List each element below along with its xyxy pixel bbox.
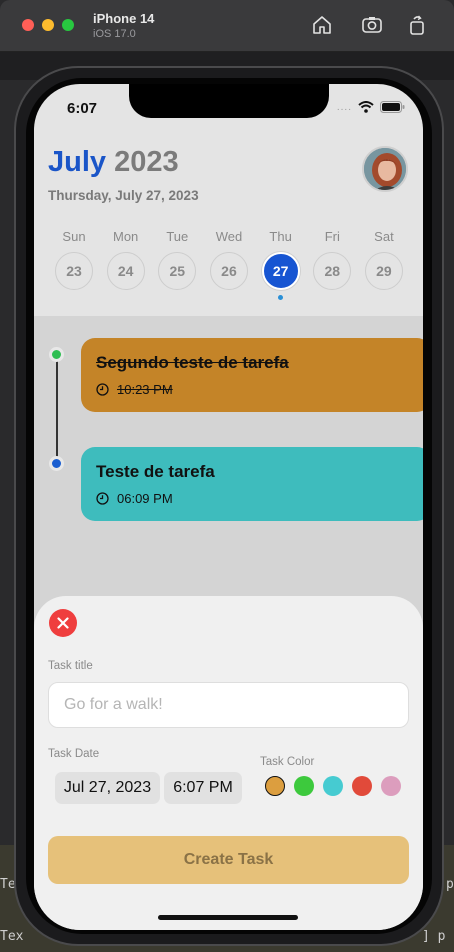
day-number[interactable]: 23	[55, 252, 93, 290]
simulator-window: iPhone 14 iOS 17.0 Te Tex p ] p 6:07 ...…	[0, 0, 454, 952]
day-sat[interactable]: Sat 29	[364, 229, 404, 300]
new-task-sheet: Task title Task Date Jul 27, 2023 6:07 P…	[34, 596, 423, 930]
home-icon[interactable]	[311, 14, 333, 36]
date-picker[interactable]: Jul 27, 2023	[55, 772, 160, 804]
task-time: 06:09 PM	[96, 491, 416, 506]
year-label: 2023	[114, 146, 179, 178]
day-wed[interactable]: Wed 26	[209, 229, 249, 300]
close-icon	[57, 617, 69, 629]
task-card[interactable]: Segundo teste de tarefa 10:23 PM	[81, 338, 423, 412]
day-number[interactable]: 27	[261, 252, 300, 290]
screenshot-icon[interactable]	[361, 14, 383, 36]
task-time-label: 06:09 PM	[117, 491, 173, 506]
device-name: iPhone 14	[93, 11, 155, 26]
day-name: Thu	[269, 229, 292, 244]
task-time-label: 10:23 PM	[117, 382, 173, 397]
task-time: 10:23 PM	[96, 382, 416, 397]
task-status-dot	[49, 347, 64, 362]
app-screen: 6:07 .... July 2023 Thursday, July 27, 2…	[34, 84, 423, 930]
code-text: p	[446, 877, 454, 892]
code-text: ] p	[422, 929, 446, 944]
task-status-dot	[49, 456, 64, 471]
create-task-button[interactable]: Create Task	[48, 836, 409, 884]
color-swatch[interactable]	[381, 776, 401, 796]
signal-icon: ....	[336, 101, 352, 113]
task-color-label: Task Color	[260, 756, 315, 768]
os-version: iOS 17.0	[93, 28, 136, 40]
day-sun[interactable]: Sun 23	[54, 229, 94, 300]
month-label: July	[48, 146, 107, 178]
day-tue[interactable]: Tue 25	[157, 229, 197, 300]
wifi-icon	[358, 101, 374, 113]
day-number[interactable]: 26	[209, 252, 248, 290]
avatar[interactable]	[362, 146, 408, 192]
day-name: Sat	[374, 229, 394, 244]
task-title-label: Task title	[48, 660, 93, 672]
status-time: 6:07	[67, 100, 98, 117]
color-swatch[interactable]	[352, 776, 372, 796]
color-swatch[interactable]	[294, 776, 314, 796]
day-name: Mon	[113, 229, 139, 244]
day-name: Sun	[62, 229, 86, 244]
task-date-label: Task Date	[48, 748, 100, 760]
color-picker	[265, 776, 401, 796]
simulator-toolbar: iPhone 14 iOS 17.0	[0, 0, 454, 52]
dynamic-notch	[129, 84, 329, 118]
selected-day-indicator	[278, 295, 284, 300]
day-number[interactable]: 24	[106, 252, 145, 290]
month-year-title: July 2023	[48, 146, 179, 179]
color-swatch[interactable]	[265, 776, 285, 796]
timeline-connector	[56, 354, 58, 464]
day-name: Wed	[215, 229, 243, 244]
battery-icon	[380, 101, 405, 113]
zoom-window-button[interactable]	[62, 19, 74, 31]
task-card[interactable]: Teste de tarefa 06:09 PM	[81, 447, 423, 521]
code-text: Tex	[0, 929, 24, 944]
close-window-button[interactable]	[22, 19, 34, 31]
minimize-window-button[interactable]	[42, 19, 54, 31]
color-swatch[interactable]	[323, 776, 343, 796]
day-name: Fri	[324, 229, 340, 244]
clock-icon	[96, 492, 109, 505]
close-sheet-button[interactable]	[49, 609, 77, 637]
day-fri[interactable]: Fri 28	[312, 229, 352, 300]
day-name: Tue	[166, 229, 189, 244]
day-number[interactable]: 29	[364, 252, 403, 290]
home-indicator	[158, 915, 298, 920]
week-strip: Sun 23 Mon 24 Tue 25 Wed 26 Thu 27 Fri 28 Sat 29	[54, 229, 404, 300]
rotate-icon[interactable]	[406, 14, 428, 36]
full-date: Thursday, July 27, 2023	[48, 188, 199, 203]
time-picker[interactable]: 6:07 PM	[164, 772, 242, 804]
day-mon[interactable]: Mon 24	[106, 229, 146, 300]
profile-photo	[364, 148, 406, 190]
task-title: Segundo teste de tarefa	[96, 353, 289, 372]
task-title: Teste de tarefa	[96, 462, 215, 481]
task-timeline: Segundo teste de tarefa 10:23 PM Teste d…	[34, 316, 423, 636]
day-number[interactable]: 25	[158, 252, 197, 290]
task-title-input[interactable]	[48, 682, 409, 728]
status-icons: ....	[337, 101, 405, 113]
clock-icon	[96, 383, 109, 396]
day-number[interactable]: 28	[313, 252, 352, 290]
day-thu[interactable]: Thu 27	[261, 229, 301, 300]
